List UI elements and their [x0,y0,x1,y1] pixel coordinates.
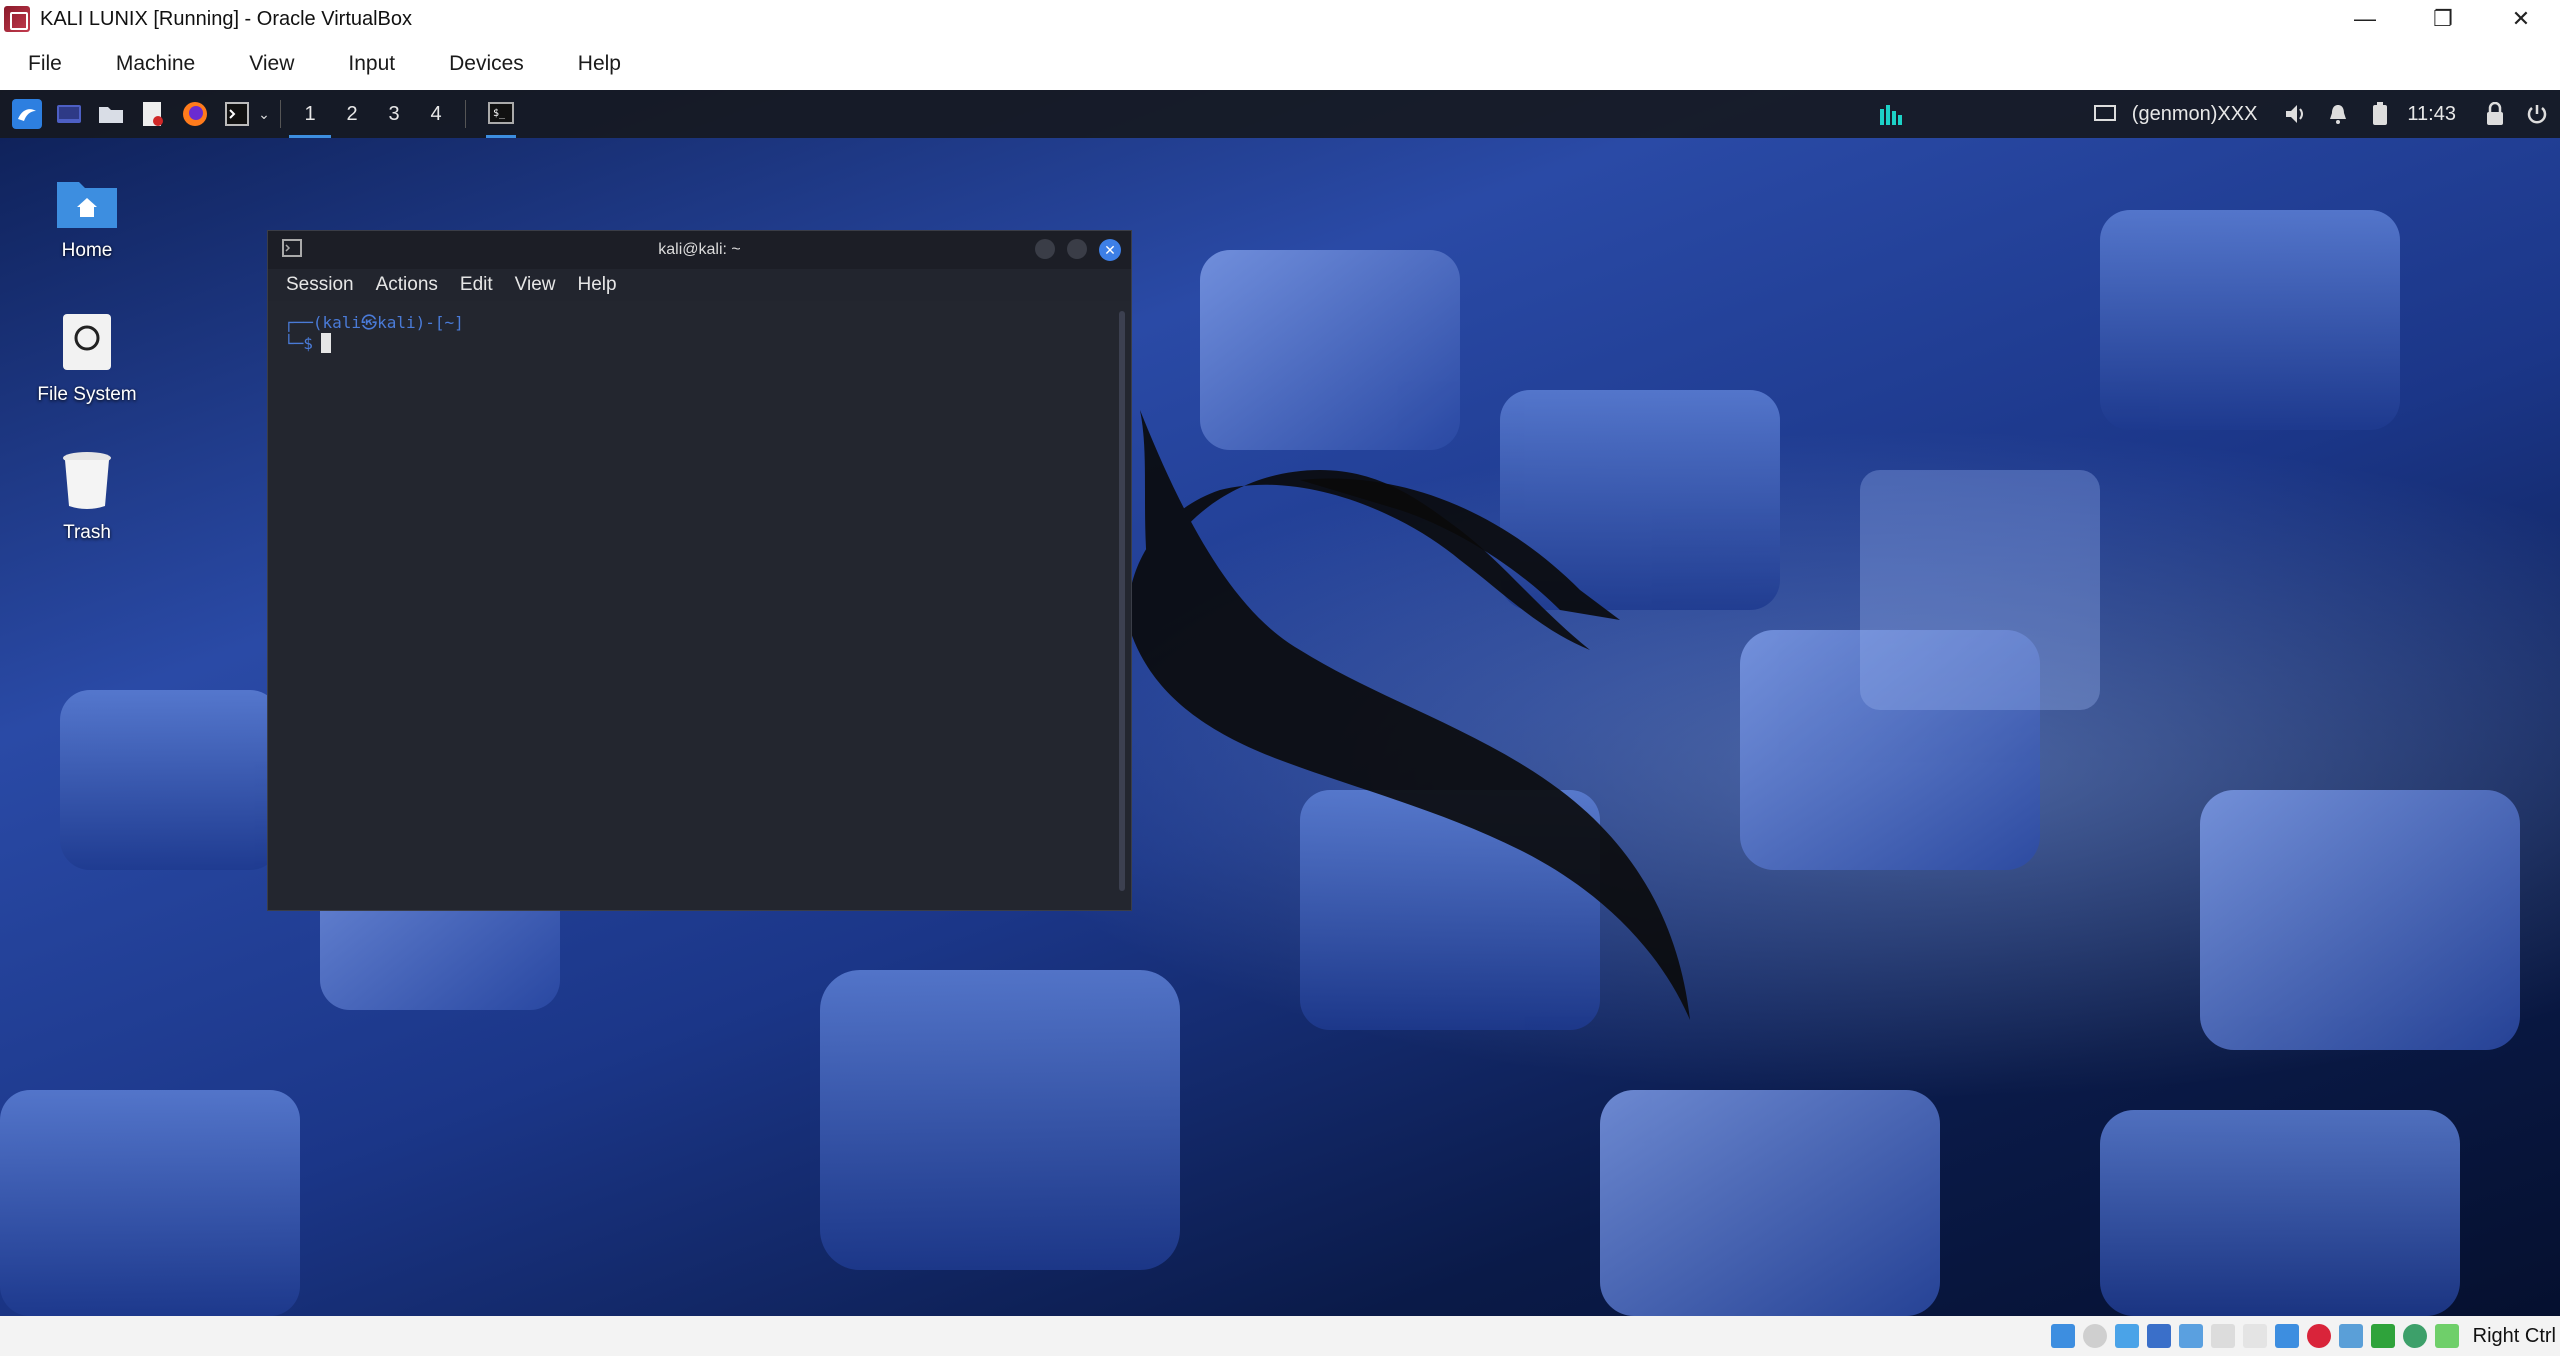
host-window-controls: — ❐ ✕ [2326,0,2560,38]
shared-folders-icon[interactable] [2210,1324,2235,1348]
host-window-title: KALI LUNIX [Running] - Oracle VirtualBox [40,7,413,30]
terminal-launcher-icon[interactable] [222,99,252,129]
display-status-icon[interactable] [2242,1324,2267,1348]
terminal-window[interactable]: kali@kali: ~ ✕ Session Actions Edit View… [267,230,1132,911]
panel-separator [280,100,281,128]
virtualbox-app-icon [4,6,30,32]
host-titlebar: KALI LUNIX [Running] - Oracle VirtualBox… [0,0,2560,38]
cpu-activity-icon[interactable] [2402,1324,2427,1348]
menu-file[interactable]: File [28,52,62,76]
trash-icon [63,452,111,509]
display-icon[interactable] [2090,99,2120,129]
terminal-cursor [320,333,331,353]
workspace-4[interactable]: 4 [415,90,457,138]
mouse-integration-icon[interactable] [2434,1324,2459,1348]
terminal-titlebar[interactable]: kali@kali: ~ ✕ [268,231,1131,269]
panel-tray: (genmon)XXX 11:43 [1866,90,2560,138]
terminal-menubar: Session Actions Edit View Help [268,269,1131,301]
panel-clock[interactable]: 11:43 [2407,103,2456,126]
firefox-icon[interactable] [180,99,210,129]
file-manager-icon[interactable] [96,99,126,129]
terminal-menu-session[interactable]: Session [286,274,354,296]
hard-disk-icon[interactable] [2050,1324,2075,1348]
terminal-title: kali@kali: ~ [658,241,741,258]
close-button[interactable]: ✕ [2482,0,2560,38]
terminal-output[interactable]: ┌──(kali㉿kali)-[~] └─$ [268,301,1131,910]
menu-input[interactable]: Input [348,52,395,76]
recording-icon[interactable] [2306,1324,2331,1348]
menu-devices[interactable]: Devices [449,52,524,76]
terminal-close-button[interactable]: ✕ [1099,239,1121,261]
video-capture-icon[interactable] [2338,1324,2363,1348]
menu-machine[interactable]: Machine [116,52,195,76]
show-desktop-icon[interactable] [54,99,84,129]
terminal-prompt-line1: ┌──(kali㉿kali)-[~] [284,313,464,332]
restore-button[interactable]: ❐ [2404,0,2482,38]
notification-bell-icon[interactable] [2323,99,2353,129]
volume-icon[interactable] [2281,99,2311,129]
terminal-menu-help[interactable]: Help [578,274,617,296]
workspace-3[interactable]: 3 [373,90,415,138]
guest-desktop[interactable]: ⌄ 1 2 3 4 $_ (genmon)XXX 11:43 Home File… [0,90,2560,1316]
terminal-maximize-button[interactable] [1067,239,1087,259]
genmon-label: (genmon)XXX [2131,102,2258,125]
workspace-1[interactable]: 1 [289,90,331,138]
menu-view[interactable]: View [249,52,294,76]
taskbar-terminal-button[interactable]: $_ [486,90,516,138]
chevron-down-icon[interactable]: ⌄ [256,99,272,129]
workspace-2[interactable]: 2 [331,90,373,138]
menu-help[interactable]: Help [578,52,621,76]
optical-drive-icon[interactable] [2082,1324,2107,1348]
desktop-icon-label: Trash [63,522,111,543]
terminal-minimize-button[interactable] [1035,239,1055,259]
terminal-menu-edit[interactable]: Edit [460,274,493,296]
host-menubar: File Machine View Input Devices Help [0,38,2560,90]
usb-icon[interactable] [2178,1324,2203,1348]
guest-additions-icon[interactable] [2370,1324,2395,1348]
network-icon[interactable] [2146,1324,2171,1348]
audio-icon[interactable] [2114,1324,2139,1348]
desktop-icon-label: File System [37,384,137,405]
desktop-icon-trash[interactable]: Trash [12,448,162,544]
kali-menu-icon[interactable] [12,99,42,129]
panel-separator [465,100,466,128]
capture-icon[interactable] [2274,1324,2299,1348]
terminal-window-controls: ✕ [1035,239,1121,261]
host-key-label: Right Ctrl [2472,1324,2556,1347]
svg-text:$_: $_ [493,108,506,119]
battery-icon[interactable] [2365,99,2395,129]
top-panel: ⌄ 1 2 3 4 $_ (genmon)XXX 11:43 [0,90,2560,138]
terminal-prompt-line2: └─$ [284,333,313,353]
text-editor-icon[interactable] [138,99,168,129]
home-icon [57,182,117,228]
desktop-icon-file-system[interactable]: File System [12,310,162,406]
minimize-button[interactable]: — [2326,0,2404,38]
drive-icon [63,314,111,370]
host-statusbar: Right Ctrl [0,1316,2560,1356]
terminal-scrollbar[interactable] [1119,311,1125,891]
desktop-icon-home[interactable]: Home [12,174,162,262]
desktop-icon-label: Home [61,240,113,261]
terminal-menu-view[interactable]: View [515,274,556,296]
power-icon[interactable] [2522,99,2552,129]
cpu-graph-icon[interactable] [1878,99,1908,129]
lock-screen-icon[interactable] [2480,99,2510,129]
terminal-menu-actions[interactable]: Actions [376,274,438,296]
